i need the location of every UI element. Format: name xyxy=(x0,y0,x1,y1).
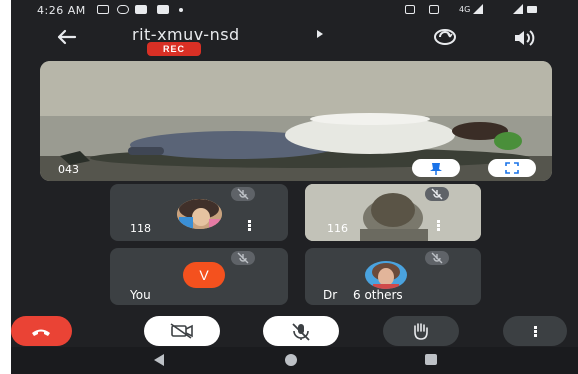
mic-toggle-button[interactable] xyxy=(263,316,339,346)
system-nav-bar xyxy=(11,347,578,374)
pin-icon xyxy=(430,163,442,175)
pin-button[interactable] xyxy=(412,159,460,177)
fullscreen-button[interactable] xyxy=(488,159,536,177)
volte-icon xyxy=(429,5,439,14)
others-tile[interactable]: Dr 6 others xyxy=(305,248,481,305)
signal-icon xyxy=(473,4,483,14)
end-call-button[interactable] xyxy=(11,316,72,346)
youtube-icon xyxy=(157,5,169,14)
back-button[interactable] xyxy=(51,26,79,48)
switch-camera-button[interactable] xyxy=(431,26,459,48)
raise-hand-icon xyxy=(414,323,428,340)
nav-home-icon[interactable] xyxy=(285,354,297,366)
more-options-button[interactable] xyxy=(503,316,567,346)
participant-tile[interactable]: 118 xyxy=(110,184,288,241)
participant-tile[interactable]: 116 xyxy=(305,184,481,241)
mic-off-icon xyxy=(292,323,310,341)
participant-video xyxy=(40,61,552,181)
rec-badge: REC xyxy=(147,42,201,56)
camera-toggle-button[interactable] xyxy=(144,316,220,346)
screen: 4:26 AM 4G rit-xmuv-nsd REC 043 118 116 … xyxy=(0,0,578,374)
participant-label: Dr xyxy=(323,288,338,302)
participant-label: 043 xyxy=(58,163,79,176)
volte-icon xyxy=(405,5,415,14)
mic-off-icon xyxy=(425,251,449,265)
camera-off-icon xyxy=(170,323,193,339)
signal-icon xyxy=(513,4,523,14)
battery-icon xyxy=(527,6,537,13)
speaker-icon xyxy=(515,30,535,46)
speaker-button[interactable] xyxy=(511,28,537,48)
raise-hand-button[interactable] xyxy=(383,316,459,346)
switch-camera-icon xyxy=(434,29,456,45)
self-tile[interactable]: V You xyxy=(110,248,288,305)
nav-back-icon[interactable] xyxy=(154,354,164,366)
chevron-right-icon[interactable] xyxy=(317,30,323,38)
participant-label: 118 xyxy=(130,222,151,235)
mic-off-icon xyxy=(425,187,449,201)
nav-recents-icon[interactable] xyxy=(425,354,437,365)
others-count: 6 others xyxy=(353,288,403,302)
participant-label: 116 xyxy=(327,222,348,235)
avatar: V xyxy=(183,262,225,288)
call-end-icon xyxy=(32,329,50,336)
mic-off-icon xyxy=(231,251,255,265)
arrow-left-icon xyxy=(57,29,77,45)
notification-dot-icon xyxy=(179,8,183,12)
notification-icon xyxy=(97,5,109,14)
youtube-icon xyxy=(135,5,147,14)
more-vert-icon[interactable] xyxy=(248,220,251,231)
fullscreen-icon xyxy=(505,162,519,174)
avatar xyxy=(365,261,407,289)
network-type-label: 4G xyxy=(459,5,471,14)
mic-off-icon xyxy=(231,187,255,201)
status-bar: 4:26 AM 4G xyxy=(11,0,578,20)
notification-icon xyxy=(117,5,129,14)
main-video-tile[interactable]: 043 xyxy=(40,61,552,181)
more-vert-icon[interactable] xyxy=(437,220,440,231)
meet-call-screen: 4:26 AM 4G rit-xmuv-nsd REC 043 118 116 … xyxy=(11,0,578,374)
more-vert-icon xyxy=(534,326,537,337)
avatar xyxy=(177,199,222,229)
self-label: You xyxy=(130,288,151,302)
status-time: 4:26 AM xyxy=(37,4,86,17)
